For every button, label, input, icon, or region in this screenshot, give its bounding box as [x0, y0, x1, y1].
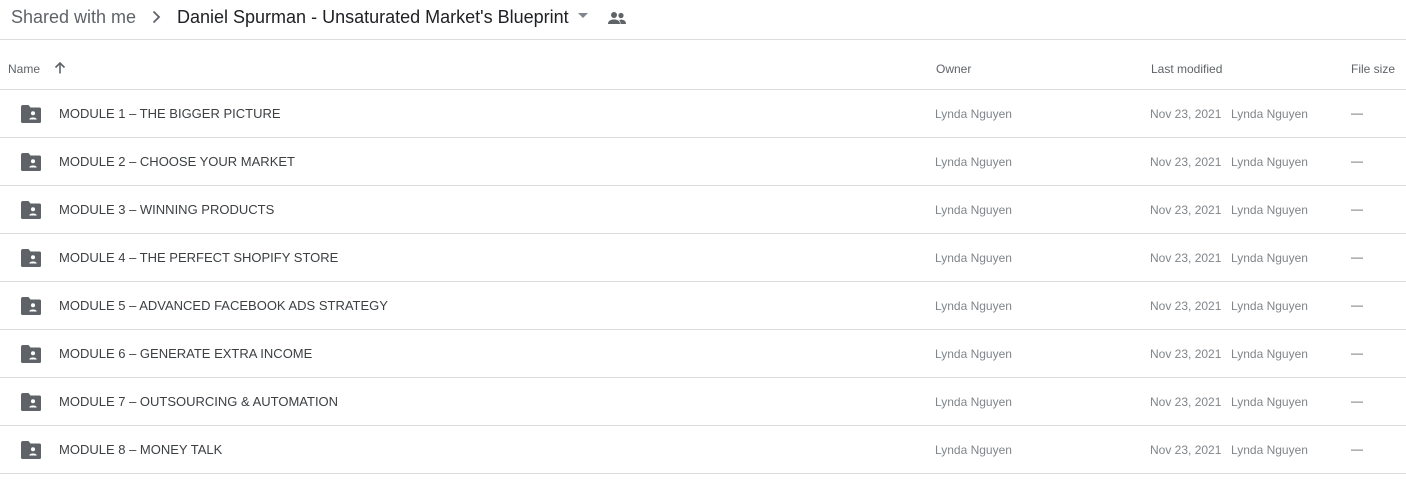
- shared-folder-icon: [21, 297, 41, 315]
- modified-by: Lynda Nguyen: [1231, 347, 1308, 361]
- table-row[interactable]: MODULE 5 – ADVANCED FACEBOOK ADS STRATEG…: [0, 282, 1406, 330]
- breadcrumb-bar: Shared with me Daniel Spurman - Unsatura…: [0, 0, 1406, 40]
- file-size: —: [1351, 298, 1363, 312]
- file-owner: Lynda Nguyen: [935, 251, 1012, 265]
- file-owner: Lynda Nguyen: [935, 395, 1012, 409]
- file-owner: Lynda Nguyen: [935, 203, 1012, 217]
- file-owner: Lynda Nguyen: [935, 347, 1012, 361]
- modified-date: Nov 23, 2021: [1150, 251, 1222, 265]
- file-size: —: [1351, 346, 1363, 360]
- file-name: MODULE 6 – GENERATE EXTRA INCOME: [59, 346, 313, 361]
- shared-folder-icon: [21, 249, 41, 267]
- column-header-owner: Owner: [936, 62, 972, 76]
- chevron-right-icon: [152, 10, 161, 24]
- file-name: MODULE 5 – ADVANCED FACEBOOK ADS STRATEG…: [59, 298, 388, 313]
- column-header-last-modified[interactable]: Last modified: [1151, 62, 1222, 76]
- file-name: MODULE 1 – THE BIGGER PICTURE: [59, 106, 281, 121]
- modified-by: Lynda Nguyen: [1231, 107, 1308, 121]
- modified-by: Lynda Nguyen: [1231, 443, 1308, 457]
- modified-by: Lynda Nguyen: [1231, 155, 1308, 169]
- column-header-name[interactable]: Name: [8, 62, 40, 76]
- table-row[interactable]: MODULE 7 – OUTSOURCING & AUTOMATION Lynd…: [0, 378, 1406, 426]
- column-header-file-size: File size: [1351, 62, 1396, 76]
- file-owner: Lynda Nguyen: [935, 155, 1012, 169]
- table-row[interactable]: MODULE 2 – CHOOSE YOUR MARKET Lynda Nguy…: [0, 138, 1406, 186]
- table-row[interactable]: MODULE 6 – GENERATE EXTRA INCOME Lynda N…: [0, 330, 1406, 378]
- file-size: —: [1351, 202, 1363, 216]
- shared-folder-icon: [21, 201, 41, 219]
- file-size: —: [1351, 442, 1363, 456]
- file-size: —: [1351, 394, 1363, 408]
- file-size: —: [1351, 106, 1363, 120]
- modified-by: Lynda Nguyen: [1231, 299, 1308, 313]
- modified-by: Lynda Nguyen: [1231, 395, 1308, 409]
- table-row[interactable]: MODULE 8 – MONEY TALK Lynda Nguyen Nov 2…: [0, 426, 1406, 474]
- modified-date: Nov 23, 2021: [1150, 107, 1222, 121]
- shared-folder-icon: [21, 441, 41, 459]
- file-name: MODULE 8 – MONEY TALK: [59, 442, 223, 457]
- people-icon: [608, 12, 626, 24]
- table-row[interactable]: MODULE 1 – THE BIGGER PICTURE Lynda Nguy…: [0, 90, 1406, 138]
- shared-folder-icon: [21, 345, 41, 363]
- modified-date: Nov 23, 2021: [1150, 395, 1222, 409]
- file-owner: Lynda Nguyen: [935, 299, 1012, 313]
- modified-date: Nov 23, 2021: [1150, 155, 1222, 169]
- file-owner: Lynda Nguyen: [935, 443, 1012, 457]
- modified-by: Lynda Nguyen: [1231, 251, 1308, 265]
- file-name: MODULE 2 – CHOOSE YOUR MARKET: [59, 154, 295, 169]
- table-row[interactable]: MODULE 4 – THE PERFECT SHOPIFY STORE Lyn…: [0, 234, 1406, 282]
- file-owner: Lynda Nguyen: [935, 107, 1012, 121]
- file-name: MODULE 4 – THE PERFECT SHOPIFY STORE: [59, 250, 339, 265]
- modified-date: Nov 23, 2021: [1150, 347, 1222, 361]
- breadcrumb-shared-with-me[interactable]: Shared with me: [11, 6, 136, 28]
- shared-folder-icon: [21, 105, 41, 123]
- shared-folder-icon: [21, 153, 41, 171]
- modified-date: Nov 23, 2021: [1150, 203, 1222, 217]
- modified-by: Lynda Nguyen: [1231, 203, 1308, 217]
- file-name: MODULE 3 – WINNING PRODUCTS: [59, 202, 275, 217]
- file-list: MODULE 1 – THE BIGGER PICTURE Lynda Nguy…: [0, 90, 1406, 474]
- file-size: —: [1351, 250, 1363, 264]
- modified-date: Nov 23, 2021: [1150, 443, 1222, 457]
- arrow-drop-down-icon[interactable]: [576, 11, 590, 21]
- modified-date: Nov 23, 2021: [1150, 299, 1222, 313]
- file-size: —: [1351, 154, 1363, 168]
- arrow-upward-icon[interactable]: [53, 61, 67, 75]
- file-name: MODULE 7 – OUTSOURCING & AUTOMATION: [59, 394, 339, 409]
- column-header-row: Name Owner Last modified File size: [0, 48, 1406, 90]
- table-row[interactable]: MODULE 3 – WINNING PRODUCTS Lynda Nguyen…: [0, 186, 1406, 234]
- shared-folder-icon: [21, 393, 41, 411]
- breadcrumb-current-folder[interactable]: Daniel Spurman - Unsaturated Market's Bl…: [177, 6, 569, 28]
